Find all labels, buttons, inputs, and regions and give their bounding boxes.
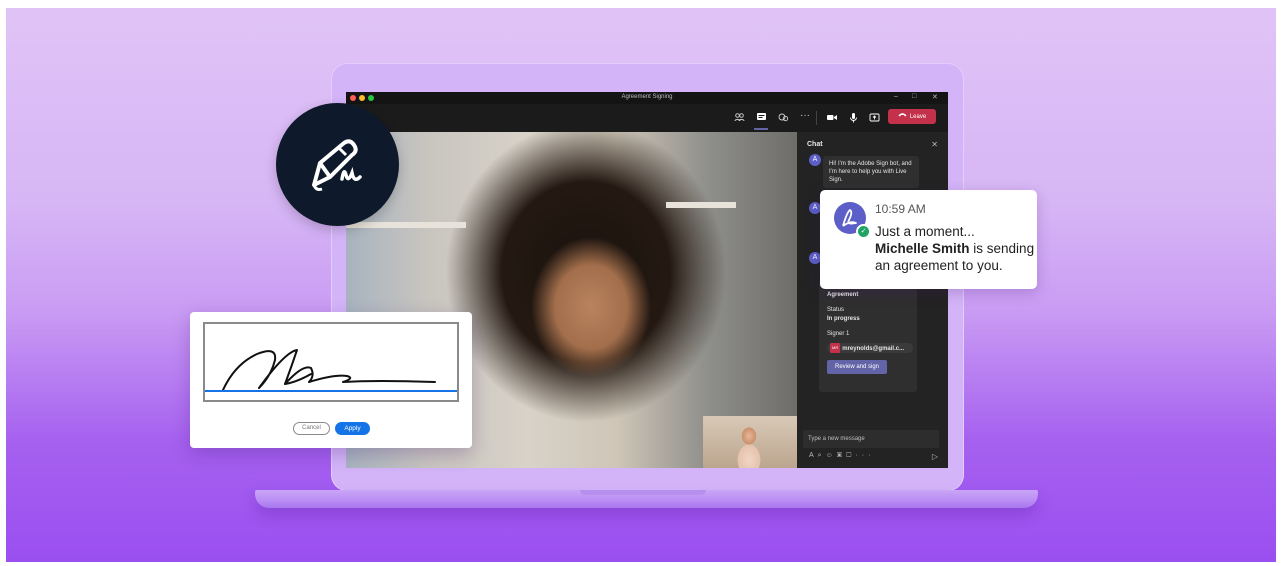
signature-baseline bbox=[205, 390, 457, 392]
agreement-card: Agreement Status In progress Signer 1 MR… bbox=[819, 282, 917, 392]
gif-icon[interactable]: ▣ bbox=[837, 452, 846, 459]
signature-pad-dialog: Cancel Apply bbox=[190, 312, 472, 448]
toolbar-divider bbox=[816, 111, 817, 125]
status-value: In progress bbox=[827, 316, 860, 322]
cancel-button[interactable]: Cancel bbox=[293, 422, 330, 435]
signer-label: Signer 1 bbox=[827, 331, 850, 337]
agreement-notification-toast[interactable]: ✓ 10:59 AM Just a moment... Michelle Smi… bbox=[820, 190, 1037, 289]
review-and-sign-button[interactable]: Review and sign bbox=[827, 360, 887, 374]
share-icon[interactable] bbox=[869, 112, 880, 127]
phone-icon bbox=[898, 109, 907, 124]
signer-email: mreynolds@gmail.c... bbox=[842, 346, 905, 352]
adobe-sign-pen-icon bbox=[276, 103, 399, 226]
chat-close-icon[interactable]: ✕ bbox=[931, 140, 938, 149]
maximize-icon[interactable]: □ bbox=[912, 93, 916, 100]
participant-avatar bbox=[733, 424, 765, 468]
notification-line1: Just a moment... bbox=[875, 224, 975, 239]
notification-line3: an agreement to you. bbox=[875, 258, 1003, 273]
window-titlebar: Agreement Signing – □ ✕ bbox=[346, 92, 948, 104]
card-heading: Agreement bbox=[827, 292, 859, 298]
notification-message: Just a moment... Michelle Smith is sendi… bbox=[875, 223, 1035, 274]
minimize-icon[interactable]: – bbox=[894, 93, 898, 100]
signature-canvas[interactable] bbox=[203, 322, 459, 402]
notification-line2-suffix: is sending bbox=[969, 241, 1035, 256]
apply-button[interactable]: Apply bbox=[335, 422, 370, 435]
signer-initials-badge: MR bbox=[830, 343, 841, 353]
format-icon[interactable]: A bbox=[809, 452, 818, 459]
checkmark-icon: ✓ bbox=[856, 224, 871, 239]
close-icon[interactable]: ✕ bbox=[932, 93, 938, 101]
bot-message: Hi! I'm the Adobe Sign bot, and I'm here… bbox=[823, 156, 919, 188]
chat-header: Chat bbox=[807, 141, 823, 148]
leave-label: Leave bbox=[909, 114, 927, 121]
status-label: Status bbox=[827, 307, 845, 313]
leave-button[interactable]: Leave bbox=[888, 109, 936, 124]
more-icon[interactable]: ··· bbox=[800, 110, 810, 122]
chat-tab-indicator bbox=[754, 128, 768, 130]
send-icon[interactable]: ▷ bbox=[932, 452, 938, 461]
notification-time: 10:59 AM bbox=[875, 202, 926, 216]
mic-icon[interactable] bbox=[848, 112, 859, 127]
message-input[interactable]: Type a new message bbox=[803, 430, 939, 448]
self-view-thumbnail[interactable] bbox=[703, 416, 797, 468]
camera-icon[interactable] bbox=[826, 112, 838, 127]
compose-toolbar: A⌕☺▣▢··· bbox=[809, 452, 874, 460]
people-icon[interactable] bbox=[734, 112, 745, 127]
sticker-icon[interactable]: ▢ bbox=[846, 452, 855, 459]
apps-icon[interactable] bbox=[778, 112, 789, 127]
notification-line2: Michelle Smith is sending bbox=[875, 240, 1035, 257]
emoji-icon[interactable]: ☺ bbox=[826, 452, 837, 459]
adobe-sign-bot-avatar: A bbox=[809, 154, 821, 166]
chat-icon[interactable] bbox=[756, 112, 767, 127]
more-options-icon[interactable]: ··· bbox=[855, 452, 874, 459]
meeting-toolbar: ··· Leave bbox=[346, 104, 948, 132]
bookshelf bbox=[666, 202, 736, 208]
chat-panel: Chat ✕ A Hi! I'm the Adobe Sign bot, and… bbox=[797, 132, 948, 468]
signer-email-chip[interactable]: MR mreynolds@gmail.c... bbox=[827, 343, 913, 353]
laptop-notch bbox=[580, 490, 706, 495]
attach-icon[interactable]: ⌕ bbox=[818, 452, 826, 459]
sender-name: Michelle Smith bbox=[875, 241, 970, 256]
window-title: Agreement Signing bbox=[621, 94, 673, 100]
